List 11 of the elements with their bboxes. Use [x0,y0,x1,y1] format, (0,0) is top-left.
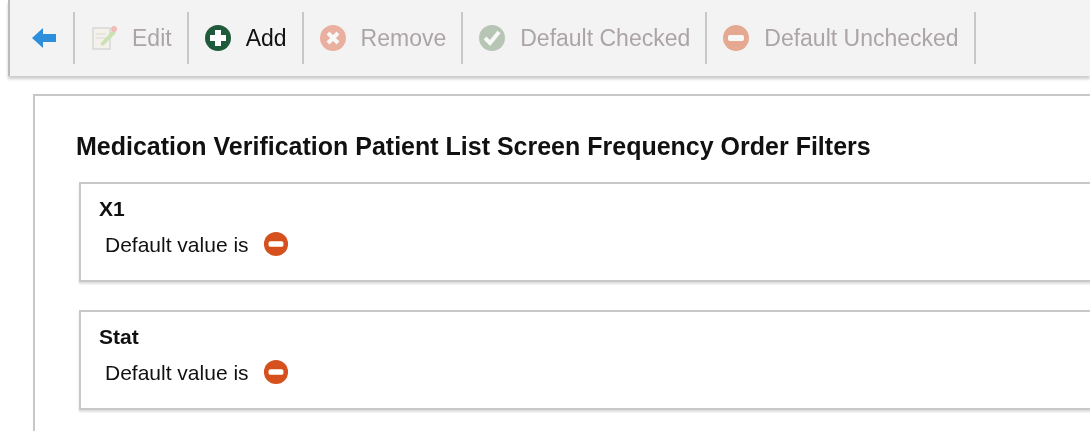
default-value-label: Default value is [105,359,249,386]
filter-name: Stat [99,323,140,349]
close-circle-icon [318,24,347,52]
filter-name: X1 [99,195,126,221]
notepad-pencil-icon [90,24,118,52]
default-value-label: Default value is [105,231,249,258]
panel-title: Medication Verification Patient List Screen Frequency Order Filters [76,131,872,162]
minus-circle-icon [722,24,751,52]
plus-circle-icon [203,24,232,52]
toolbar-button[interactable]: Add [203,20,287,56]
check-circle-icon [478,24,507,52]
